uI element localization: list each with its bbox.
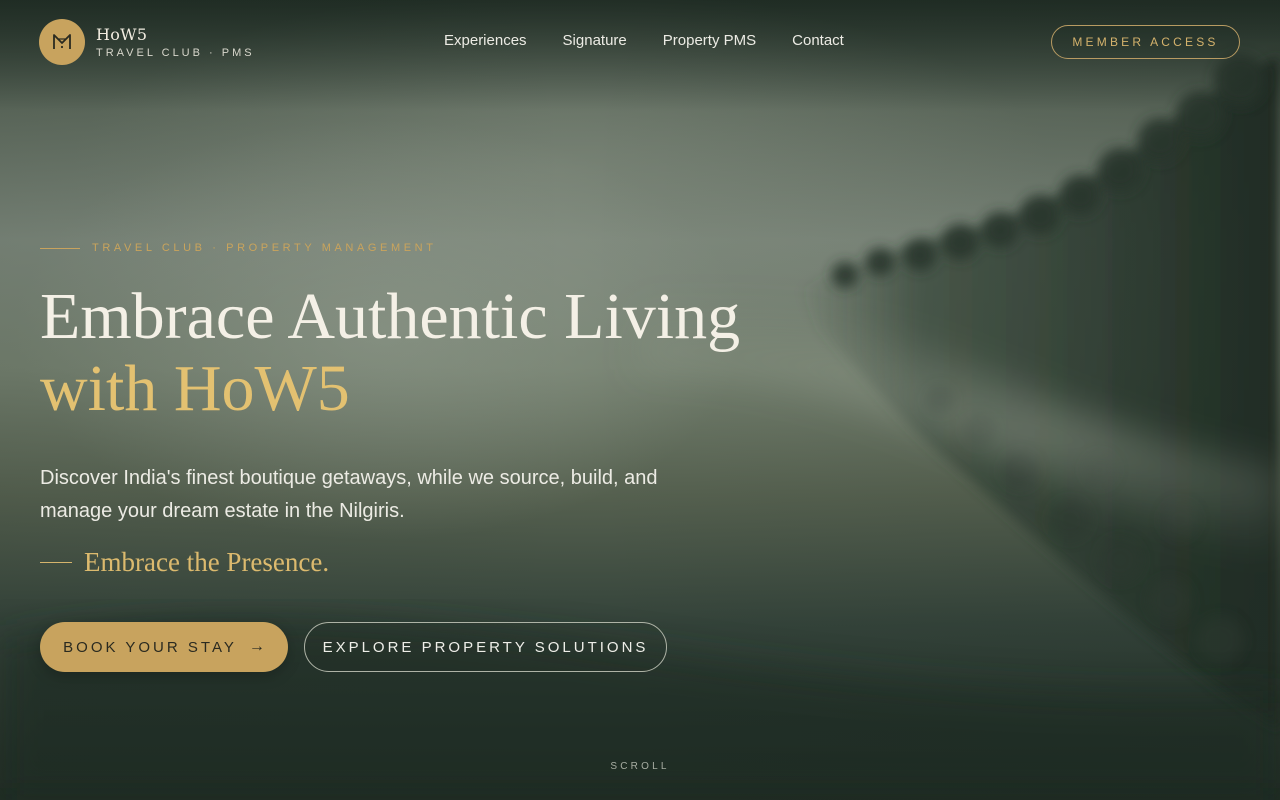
brand-logo[interactable]: HoW5 TRAVEL CLUB · PMS [39,19,255,65]
member-access-button[interactable]: MEMBER ACCESS [1051,25,1240,59]
nav-link-signature[interactable]: Signature [563,32,627,49]
brand-name: HoW5 [96,25,148,44]
eyebrow-text: TRAVEL CLUB · PROPERTY MANAGEMENT [92,242,437,254]
brand-text: HoW5 TRAVEL CLUB · PMS [96,25,255,59]
main-nav: Experiences Signature Property PMS Conta… [444,32,880,49]
book-your-stay-button[interactable]: BOOK YOUR STAY → [40,622,288,672]
hero-title: Embrace Authentic Living with HoW5 [40,281,740,425]
hero-description: Discover India's finest boutique getaway… [40,467,658,522]
eyebrow-divider [40,247,80,249]
nav-link-property-pms[interactable]: Property PMS [663,32,756,49]
nav-link-experiences[interactable]: Experiences [444,32,527,49]
tagline-divider [40,562,72,563]
arrow-right-icon: → [248,638,265,655]
book-button-label: BOOK YOUR STAY [63,638,237,656]
explore-property-solutions-button[interactable]: EXPLORE PROPERTY SOLUTIONS [304,622,667,672]
hero-eyebrow: TRAVEL CLUB · PROPERTY MANAGEMENT [40,242,437,254]
nav-link-contact[interactable]: Contact [792,32,844,49]
tagline-text: Embrace the Presence. [84,547,330,577]
monogram-logo-icon [39,19,85,65]
hero-title-line1: Embrace Authentic Living [40,280,741,353]
hero-title-prefix: with [40,352,174,425]
brand-subtitle: TRAVEL CLUB · PMS [96,47,255,59]
hero-title-brand: HoW5 [173,352,350,425]
scroll-indicator[interactable]: SCROLL [0,761,1280,772]
hero-section: HoW5 TRAVEL CLUB · PMS Experiences Signa… [0,0,1280,800]
hero-tagline: Embrace the Presence. [40,547,329,578]
